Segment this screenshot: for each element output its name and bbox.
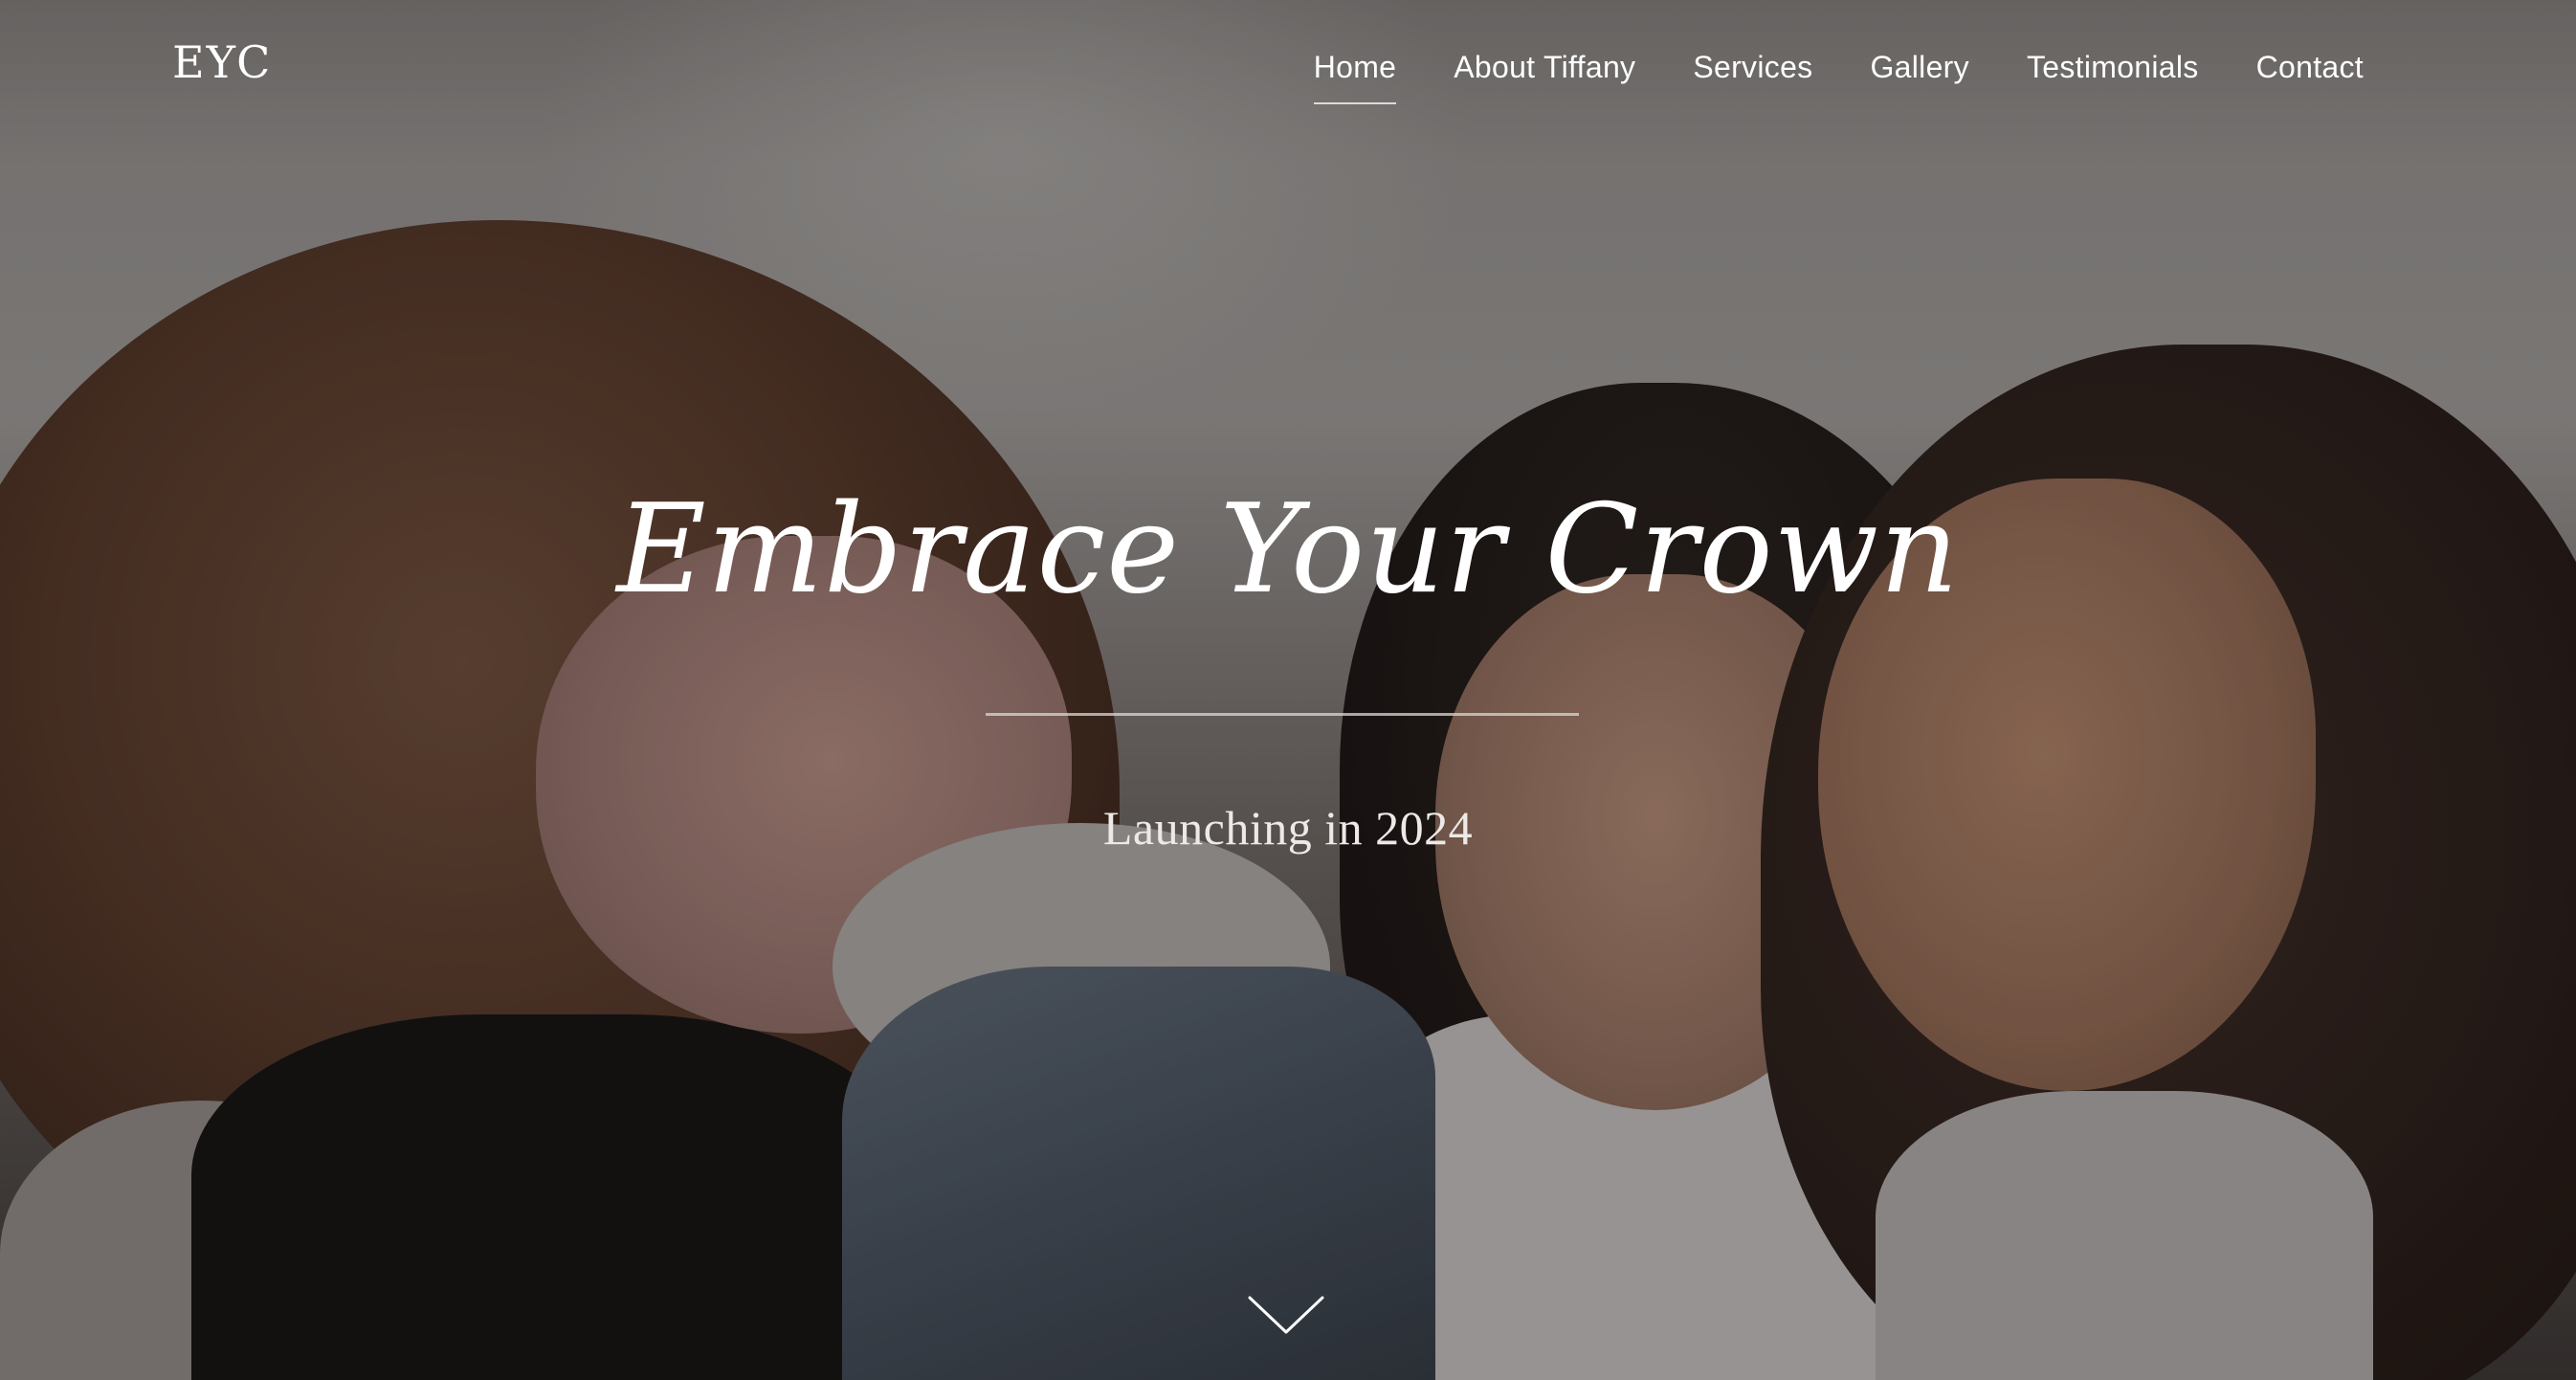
chevron-down-icon-svg [1248,1296,1324,1334]
title-divider [986,713,1579,716]
main-nav: Home About Tiffany Services Gallery Test… [1313,50,2364,104]
nav-item-services[interactable]: Services [1693,50,1812,102]
nav-item-home[interactable]: Home [1313,50,1397,104]
site-logo[interactable]: EYC [172,36,272,88]
hero-subtitle: Launching in 2024 [1102,801,1474,855]
hero-title: Embrace Your Crown [616,479,1960,621]
nav-item-contact[interactable]: Contact [2256,50,2364,102]
nav-item-testimonials[interactable]: Testimonials [2027,50,2199,102]
hero-section: EYC Home About Tiffany Services Gallery … [0,0,2576,1380]
chevron-down-icon[interactable] [1246,1292,1326,1338]
nav-item-about-tiffany[interactable]: About Tiffany [1454,50,1635,102]
background-dim-overlay [0,0,2576,1380]
nav-item-gallery[interactable]: Gallery [1870,50,1968,102]
